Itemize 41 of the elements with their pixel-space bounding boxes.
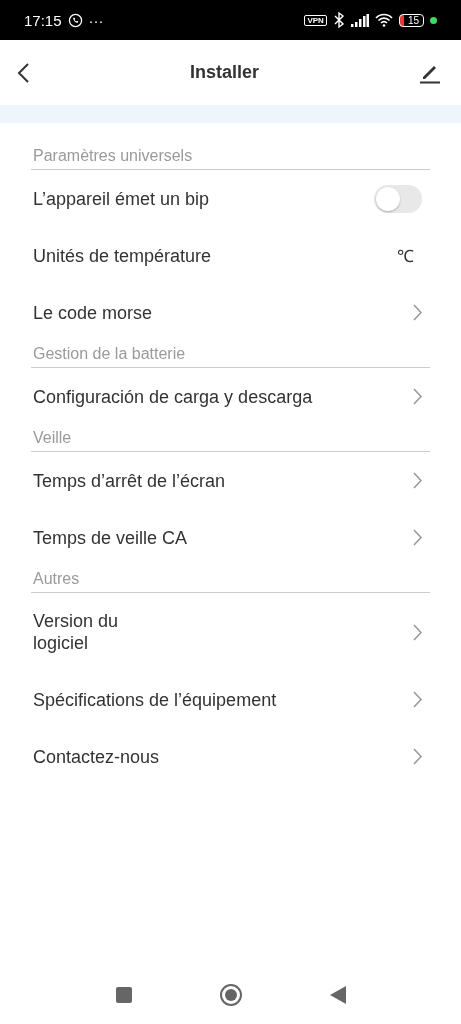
chevron-right-icon [412, 748, 422, 765]
section-title: Veille [31, 425, 430, 452]
chevron-right-icon [412, 472, 422, 489]
clock: 17:15 [24, 11, 62, 29]
page-title: Installer [190, 62, 259, 83]
section-title: Autres [31, 566, 430, 593]
bluetooth-icon [332, 12, 345, 28]
unit-value: ℃ [397, 246, 415, 267]
chevron-right-icon [412, 691, 422, 708]
settings-row[interactable]: Le code morse [31, 284, 430, 341]
settings-row[interactable]: Version du logiciel [31, 593, 430, 671]
row-label: Unités de température [33, 244, 212, 267]
chevron-right-icon [412, 623, 422, 641]
more-indicator: ··· [88, 11, 104, 29]
row-label: Contactez-nous [33, 745, 160, 768]
section-title: Gestion de la batterie [31, 341, 430, 368]
settings-row[interactable]: Temps de veille CA [31, 509, 430, 566]
beep-toggle[interactable] [374, 184, 422, 213]
row-label: Configuración de carga y descarga [33, 385, 313, 408]
row-label: Temps de veille CA [33, 526, 188, 549]
row-label: Le code morse [33, 301, 153, 324]
chevron-right-icon [412, 304, 422, 321]
phone-bubble-icon [67, 12, 83, 28]
row-label: Spécifications de l’équipement [33, 688, 277, 711]
section-title: Paramètres universels [31, 143, 430, 170]
wifi-icon [374, 13, 393, 27]
settings-row[interactable]: Unités de température ℃ [31, 227, 430, 284]
row-label: L’appareil émet un bip [33, 187, 210, 210]
settings-row[interactable]: Configuración de carga y descarga [31, 368, 430, 425]
signal-icon [350, 13, 369, 27]
row-label: Version du logiciel [33, 610, 120, 654]
battery-indicator: 15 [398, 13, 424, 27]
settings-row[interactable]: L’appareil émet un bip [31, 170, 430, 227]
settings-row[interactable]: Temps d’arrêt de l’écran [31, 452, 430, 509]
settings-row[interactable]: Contactez-nous [31, 728, 430, 785]
chevron-right-icon [412, 529, 422, 546]
row-label: Temps d’arrêt de l’écran [33, 469, 226, 492]
vpn-badge: VPN [304, 14, 327, 26]
status-dot [430, 16, 437, 24]
settings-row[interactable]: Spécifications de l’équipement [31, 671, 430, 728]
chevron-right-icon [412, 388, 422, 405]
